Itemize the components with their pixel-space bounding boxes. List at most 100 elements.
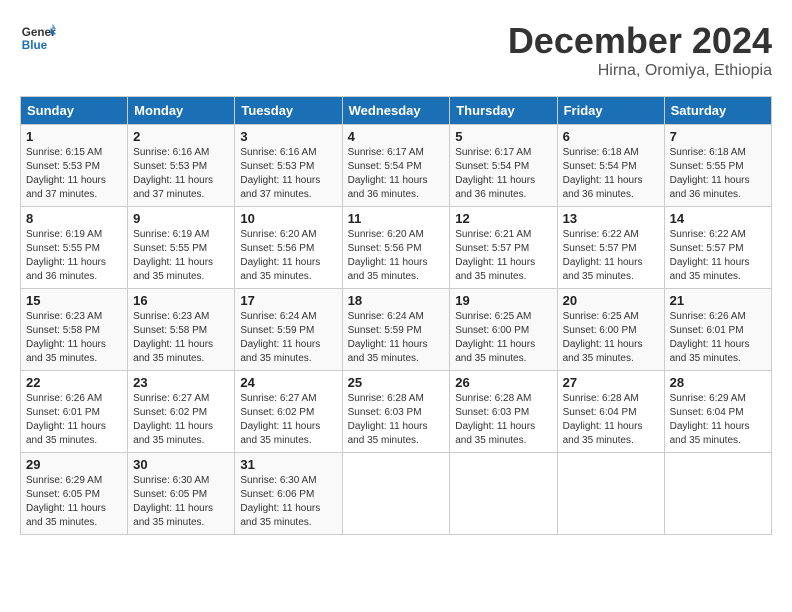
day-cell: 29Sunrise: 6:29 AM Sunset: 6:05 PM Dayli…: [21, 453, 128, 535]
day-info: Sunrise: 6:26 AM Sunset: 6:01 PM Dayligh…: [26, 392, 122, 448]
day-info: Sunrise: 6:26 AM Sunset: 6:01 PM Dayligh…: [670, 310, 766, 366]
day-number: 16: [133, 293, 229, 308]
day-number: 20: [563, 293, 659, 308]
day-cell: 24 Sunrise: 6:27 AM Sunset: 6:02 PM Dayli…: [235, 371, 342, 453]
day-info: Sunrise: 6:21 AM Sunset: 5:57 PM Dayligh…: [455, 228, 551, 284]
weekday-header-wednesday: Wednesday: [342, 97, 450, 125]
day-info: Sunrise: 6:23 AM Sunset: 5:58 PM Dayligh…: [26, 310, 122, 366]
weekday-header-sunday: Sunday: [21, 97, 128, 125]
day-info: Sunrise: 6:19 AM Sunset: 5:55 PM Dayligh…: [26, 228, 122, 284]
day-cell: 31 Sunrise: 6:30 AM Sunset: 6:06 PM Dayli…: [235, 453, 342, 535]
day-cell: 12 Sunrise: 6:21 AM Sunset: 5:57 PM Dayli…: [450, 207, 557, 289]
day-number: 1: [26, 129, 122, 144]
day-number: 11: [348, 211, 445, 226]
month-title: December 2024: [508, 20, 772, 62]
week-row-1: 1 Sunrise: 6:15 AM Sunset: 5:53 PM Daylig…: [21, 125, 772, 207]
day-cell: 16 Sunrise: 6:23 AM Sunset: 5:58 PM Dayli…: [128, 289, 235, 371]
day-number: 9: [133, 211, 229, 226]
week-row-2: 8 Sunrise: 6:19 AM Sunset: 5:55 PM Daylig…: [21, 207, 772, 289]
day-number: 25: [348, 375, 445, 390]
day-info: Sunrise: 6:22 AM Sunset: 5:57 PM Dayligh…: [670, 228, 766, 284]
day-cell: 3 Sunrise: 6:16 AM Sunset: 5:53 PM Daylig…: [235, 125, 342, 207]
day-info: Sunrise: 6:17 AM Sunset: 5:54 PM Dayligh…: [455, 146, 551, 202]
day-info: Sunrise: 6:16 AM Sunset: 5:53 PM Dayligh…: [240, 146, 336, 202]
day-info: Sunrise: 6:25 AM Sunset: 6:00 PM Dayligh…: [455, 310, 551, 366]
day-info: Sunrise: 6:20 AM Sunset: 5:56 PM Dayligh…: [240, 228, 336, 284]
day-number: 10: [240, 211, 336, 226]
day-number: 31: [240, 457, 336, 472]
day-info: Sunrise: 6:30 AM Sunset: 6:05 PM Dayligh…: [133, 474, 229, 530]
day-cell: [450, 453, 557, 535]
day-info: Sunrise: 6:17 AM Sunset: 5:54 PM Dayligh…: [348, 146, 445, 202]
day-cell: 30Sunrise: 6:30 AM Sunset: 6:05 PM Dayli…: [128, 453, 235, 535]
day-cell: 8 Sunrise: 6:19 AM Sunset: 5:55 PM Daylig…: [21, 207, 128, 289]
day-cell: 18 Sunrise: 6:24 AM Sunset: 5:59 PM Dayli…: [342, 289, 450, 371]
day-cell: 10 Sunrise: 6:20 AM Sunset: 5:56 PM Dayli…: [235, 207, 342, 289]
weekday-header-monday: Monday: [128, 97, 235, 125]
day-number: 6: [563, 129, 659, 144]
calendar-table: SundayMondayTuesdayWednesdayThursdayFrid…: [20, 96, 772, 535]
day-number: 5: [455, 129, 551, 144]
day-cell: [664, 453, 771, 535]
day-cell: 5 Sunrise: 6:17 AM Sunset: 5:54 PM Daylig…: [450, 125, 557, 207]
day-cell: 25Sunrise: 6:28 AM Sunset: 6:03 PM Dayli…: [342, 371, 450, 453]
day-cell: 11 Sunrise: 6:20 AM Sunset: 5:56 PM Dayli…: [342, 207, 450, 289]
day-cell: [342, 453, 450, 535]
day-info: Sunrise: 6:30 AM Sunset: 6:06 PM Dayligh…: [240, 474, 336, 530]
day-number: 17: [240, 293, 336, 308]
day-number: 8: [26, 211, 122, 226]
day-info: Sunrise: 6:15 AM Sunset: 5:53 PM Dayligh…: [26, 146, 122, 202]
weekday-header-thursday: Thursday: [450, 97, 557, 125]
day-number: 24: [240, 375, 336, 390]
day-number: 7: [670, 129, 766, 144]
day-info: Sunrise: 6:25 AM Sunset: 6:00 PM Dayligh…: [563, 310, 659, 366]
day-number: 28: [670, 375, 766, 390]
week-row-5: 29Sunrise: 6:29 AM Sunset: 6:05 PM Dayli…: [21, 453, 772, 535]
day-number: 2: [133, 129, 229, 144]
day-info: Sunrise: 6:29 AM Sunset: 6:05 PM Dayligh…: [26, 474, 122, 530]
day-cell: 6Sunrise: 6:18 AM Sunset: 5:54 PM Daylig…: [557, 125, 664, 207]
weekday-header-saturday: Saturday: [664, 97, 771, 125]
day-info: Sunrise: 6:23 AM Sunset: 5:58 PM Dayligh…: [133, 310, 229, 366]
day-info: Sunrise: 6:24 AM Sunset: 5:59 PM Dayligh…: [240, 310, 336, 366]
day-info: Sunrise: 6:28 AM Sunset: 6:04 PM Dayligh…: [563, 392, 659, 448]
day-info: Sunrise: 6:20 AM Sunset: 5:56 PM Dayligh…: [348, 228, 445, 284]
weekday-header-tuesday: Tuesday: [235, 97, 342, 125]
day-number: 19: [455, 293, 551, 308]
day-cell: 17 Sunrise: 6:24 AM Sunset: 5:59 PM Dayli…: [235, 289, 342, 371]
day-cell: 1 Sunrise: 6:15 AM Sunset: 5:53 PM Daylig…: [21, 125, 128, 207]
day-cell: 14 Sunrise: 6:22 AM Sunset: 5:57 PM Dayli…: [664, 207, 771, 289]
day-cell: 7Sunrise: 6:18 AM Sunset: 5:55 PM Daylig…: [664, 125, 771, 207]
day-cell: 19 Sunrise: 6:25 AM Sunset: 6:00 PM Dayli…: [450, 289, 557, 371]
day-number: 14: [670, 211, 766, 226]
day-info: Sunrise: 6:19 AM Sunset: 5:55 PM Dayligh…: [133, 228, 229, 284]
day-cell: 22Sunrise: 6:26 AM Sunset: 6:01 PM Dayli…: [21, 371, 128, 453]
location: Hirna, Oromiya, Ethiopia: [508, 62, 772, 80]
week-row-3: 15 Sunrise: 6:23 AM Sunset: 5:58 PM Dayli…: [21, 289, 772, 371]
day-cell: 9 Sunrise: 6:19 AM Sunset: 5:55 PM Daylig…: [128, 207, 235, 289]
day-number: 21: [670, 293, 766, 308]
day-cell: 13Sunrise: 6:22 AM Sunset: 5:57 PM Dayli…: [557, 207, 664, 289]
day-info: Sunrise: 6:24 AM Sunset: 5:59 PM Dayligh…: [348, 310, 445, 366]
day-info: Sunrise: 6:16 AM Sunset: 5:53 PM Dayligh…: [133, 146, 229, 202]
day-number: 23: [133, 375, 229, 390]
day-cell: 2 Sunrise: 6:16 AM Sunset: 5:53 PM Daylig…: [128, 125, 235, 207]
day-cell: 23 Sunrise: 6:27 AM Sunset: 6:02 PM Dayli…: [128, 371, 235, 453]
day-number: 12: [455, 211, 551, 226]
day-info: Sunrise: 6:27 AM Sunset: 6:02 PM Dayligh…: [133, 392, 229, 448]
day-cell: [557, 453, 664, 535]
day-number: 13: [563, 211, 659, 226]
day-number: 26: [455, 375, 551, 390]
day-cell: 28 Sunrise: 6:29 AM Sunset: 6:04 PM Dayli…: [664, 371, 771, 453]
day-number: 18: [348, 293, 445, 308]
weekday-header-row: SundayMondayTuesdayWednesdayThursdayFrid…: [21, 97, 772, 125]
day-cell: 15 Sunrise: 6:23 AM Sunset: 5:58 PM Dayli…: [21, 289, 128, 371]
day-number: 4: [348, 129, 445, 144]
day-cell: 26Sunrise: 6:28 AM Sunset: 6:03 PM Dayli…: [450, 371, 557, 453]
day-number: 15: [26, 293, 122, 308]
day-info: Sunrise: 6:27 AM Sunset: 6:02 PM Dayligh…: [240, 392, 336, 448]
day-info: Sunrise: 6:29 AM Sunset: 6:04 PM Dayligh…: [670, 392, 766, 448]
logo-icon: General Blue: [20, 20, 56, 56]
day-number: 3: [240, 129, 336, 144]
logo: General Blue: [20, 20, 56, 56]
